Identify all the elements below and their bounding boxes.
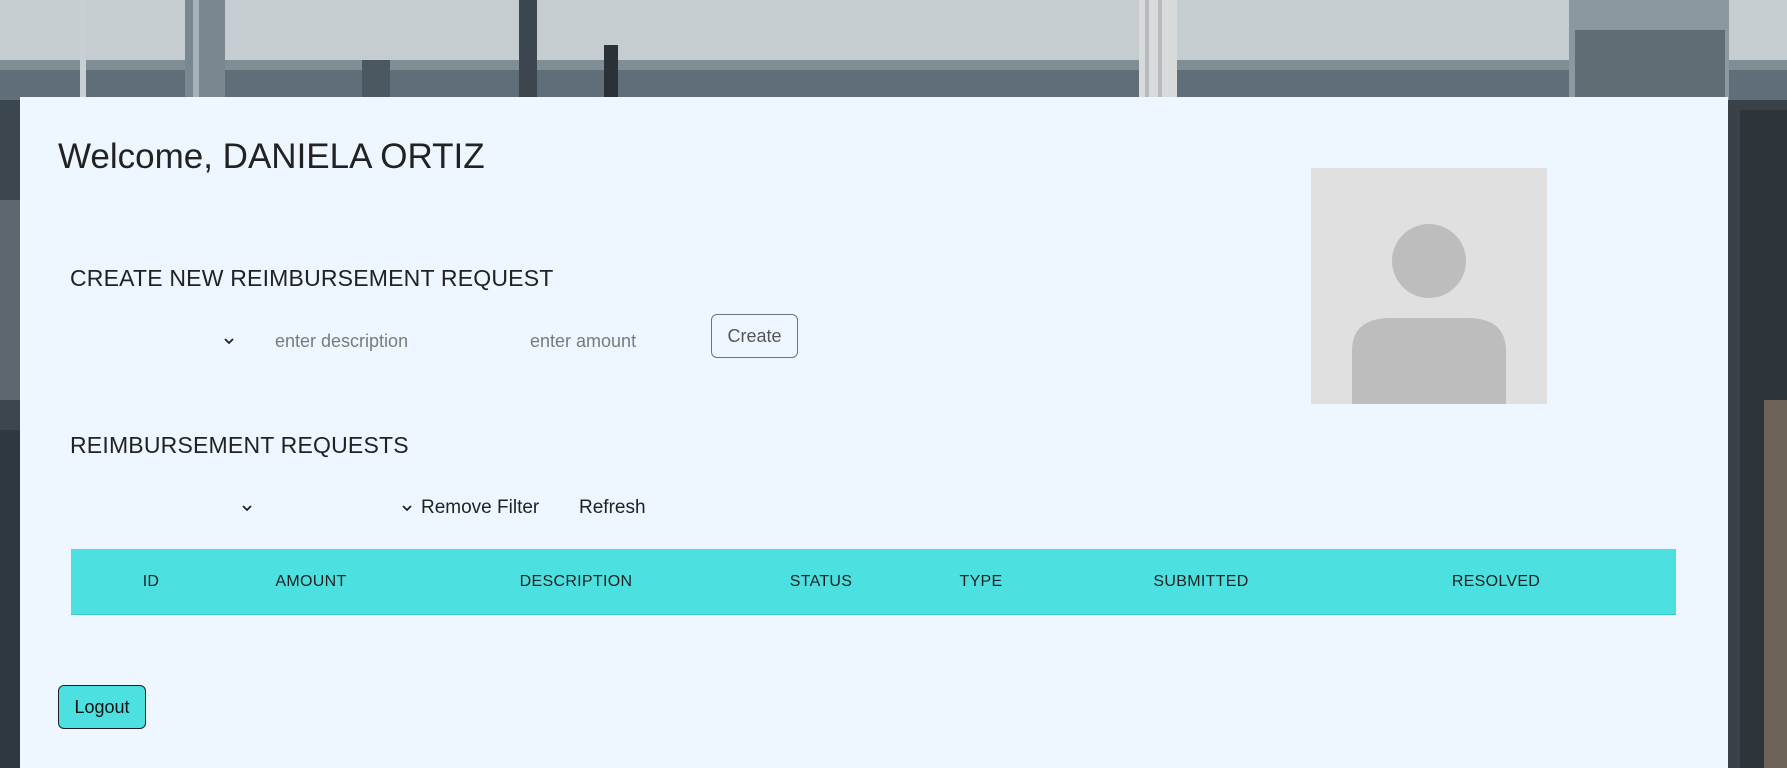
column-header-resolved: RESOLVED xyxy=(1451,573,1541,590)
remove-filter-button[interactable]: Remove Filter xyxy=(421,488,539,528)
reimbursement-type-select[interactable] xyxy=(70,321,235,361)
column-header-status: STATUS xyxy=(789,573,853,590)
amount-input[interactable] xyxy=(510,321,710,361)
requests-list-title: REIMBURSEMENT REQUESTS xyxy=(70,432,409,458)
welcome-heading: Welcome, DANIELA ORTIZ xyxy=(58,137,485,176)
user-placeholder-icon xyxy=(1311,168,1547,404)
logout-button[interactable]: Logout xyxy=(58,685,146,729)
description-input[interactable] xyxy=(255,321,505,361)
chevron-down-icon xyxy=(224,338,234,345)
column-header-submitted: SUBMITTED xyxy=(1153,573,1249,590)
column-header-description: DESCRIPTION xyxy=(519,573,633,590)
column-header-type: TYPE xyxy=(959,573,1003,590)
avatar xyxy=(1311,168,1547,404)
create-button[interactable]: Create xyxy=(711,314,798,358)
main-panel: Welcome, DANIELA ORTIZ CREATE NEW REIMBU… xyxy=(20,97,1728,768)
column-header-amount: AMOUNT xyxy=(275,573,347,590)
column-header-id: ID xyxy=(142,573,160,590)
status-filter-select[interactable] xyxy=(70,488,253,528)
create-request-title: CREATE NEW REIMBURSEMENT REQUEST xyxy=(70,265,554,291)
requests-table-header: ID AMOUNT DESCRIPTION STATUS TYPE SUBMIT… xyxy=(71,549,1676,615)
chevron-down-icon xyxy=(402,505,412,512)
refresh-button[interactable]: Refresh xyxy=(579,488,646,528)
type-filter-select[interactable] xyxy=(253,488,413,528)
chevron-down-icon xyxy=(242,505,252,512)
